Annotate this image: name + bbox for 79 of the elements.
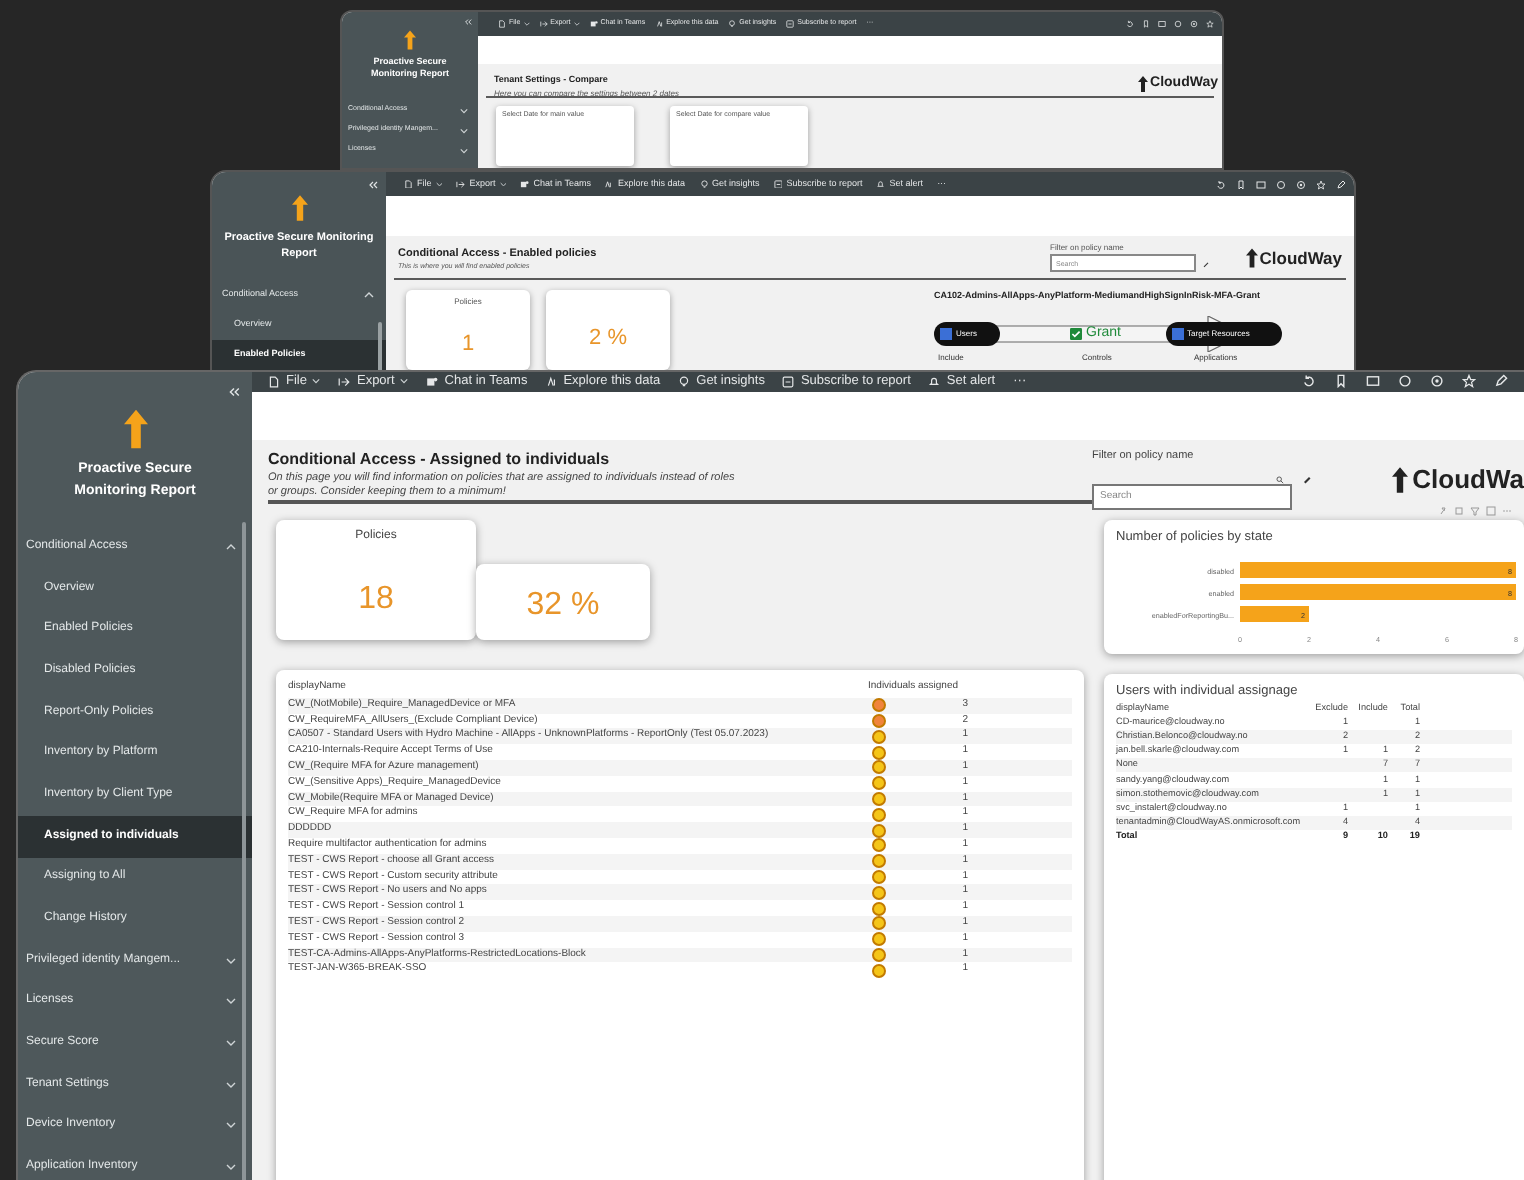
- chevron-down-icon[interactable]: [226, 1081, 236, 1088]
- chevron-down-icon[interactable]: [226, 1164, 236, 1171]
- eraser-icon[interactable]: [1202, 259, 1210, 267]
- grid-icon: [1171, 327, 1184, 340]
- eraser-icon[interactable]: [1302, 474, 1312, 484]
- pencil-icon[interactable]: [1336, 179, 1346, 189]
- collapse-icon[interactable]: [464, 18, 472, 26]
- collapse-icon[interactable]: [228, 386, 240, 398]
- star-icon[interactable]: [1316, 179, 1326, 189]
- chevron-down-icon[interactable]: [400, 378, 409, 385]
- refresh-icon[interactable]: [1276, 179, 1286, 189]
- chevron-down-icon[interactable]: [226, 1040, 236, 1047]
- kpi-value: 2 %: [589, 324, 627, 354]
- kpi-value: 32 %: [526, 585, 600, 626]
- settings-icon[interactable]: [1190, 20, 1198, 28]
- lightbulb-icon: [728, 20, 737, 28]
- arrow-logo-icon: [123, 408, 147, 450]
- subscribe-icon: [786, 20, 795, 28]
- search-icon: [1276, 475, 1284, 483]
- page-title: Conditional Access - Assigned to individuals: [268, 447, 612, 472]
- bookmark-icon[interactable]: [1334, 374, 1348, 389]
- logo-text: CloudWay: [1259, 246, 1342, 272]
- chevron-up-icon[interactable]: [364, 292, 374, 298]
- collapse-icon[interactable]: [368, 180, 378, 190]
- explore-icon: [604, 179, 614, 189]
- explore-icon: [655, 20, 664, 28]
- logo-icon: [1392, 465, 1409, 493]
- settings-icon[interactable]: [1430, 374, 1444, 389]
- undo-icon[interactable]: [1126, 20, 1134, 28]
- kpi-value: 18: [358, 579, 394, 620]
- bookmark-icon[interactable]: [1142, 20, 1150, 28]
- chat-icon: [589, 20, 598, 28]
- chevron-up-icon[interactable]: [226, 543, 236, 550]
- logo-text: CloudWa: [1412, 461, 1524, 498]
- settings-icon[interactable]: [1296, 179, 1306, 189]
- chevron-down-icon[interactable]: [226, 1122, 236, 1129]
- chevron-down-icon[interactable]: [460, 107, 468, 113]
- users-icon: [940, 327, 952, 340]
- chat-icon: [520, 179, 530, 189]
- undo-icon[interactable]: [1302, 374, 1316, 389]
- star-icon[interactable]: [1206, 20, 1214, 28]
- chevron-down-icon[interactable]: [460, 127, 468, 133]
- document-icon: [268, 375, 280, 388]
- arrow-logo-icon: [291, 194, 307, 222]
- arrow-logo-icon: [404, 30, 416, 50]
- chevron-down-icon[interactable]: [499, 181, 507, 187]
- scrollbar[interactable]: [242, 522, 246, 1180]
- lightbulb-icon: [699, 179, 708, 189]
- undo-icon[interactable]: [1216, 179, 1226, 189]
- export-icon: [456, 179, 466, 189]
- chevron-down-icon[interactable]: [435, 181, 443, 187]
- subscribe-icon: [782, 375, 795, 388]
- subscribe-icon: [773, 179, 783, 189]
- logo-icon: [1138, 76, 1149, 93]
- lightbulb-icon: [678, 375, 691, 388]
- export-icon: [539, 20, 548, 28]
- document-icon: [404, 179, 413, 189]
- document-icon: [498, 20, 506, 28]
- explore-icon: [545, 375, 558, 388]
- star-icon[interactable]: [1462, 374, 1476, 389]
- bell-icon: [876, 179, 886, 189]
- pencil-icon[interactable]: [1494, 374, 1508, 389]
- bell-icon: [928, 375, 941, 388]
- chevron-down-icon[interactable]: [226, 998, 236, 1005]
- view-icon[interactable]: [1158, 20, 1166, 28]
- kpi-value: 1: [461, 330, 475, 360]
- chat-icon: [426, 375, 439, 388]
- chevron-down-icon[interactable]: [312, 378, 321, 385]
- bookmark-icon[interactable]: [1236, 179, 1246, 189]
- refresh-icon[interactable]: [1398, 374, 1412, 389]
- logo-icon: [1245, 248, 1258, 269]
- chevron-down-icon[interactable]: [460, 147, 468, 153]
- scrollbar[interactable]: [378, 322, 382, 370]
- chevron-down-icon[interactable]: [226, 957, 236, 964]
- view-icon[interactable]: [1366, 374, 1380, 389]
- export-icon: [338, 375, 351, 388]
- view-icon[interactable]: [1256, 179, 1266, 189]
- bar: [1240, 605, 1309, 621]
- refresh-icon[interactable]: [1174, 20, 1182, 28]
